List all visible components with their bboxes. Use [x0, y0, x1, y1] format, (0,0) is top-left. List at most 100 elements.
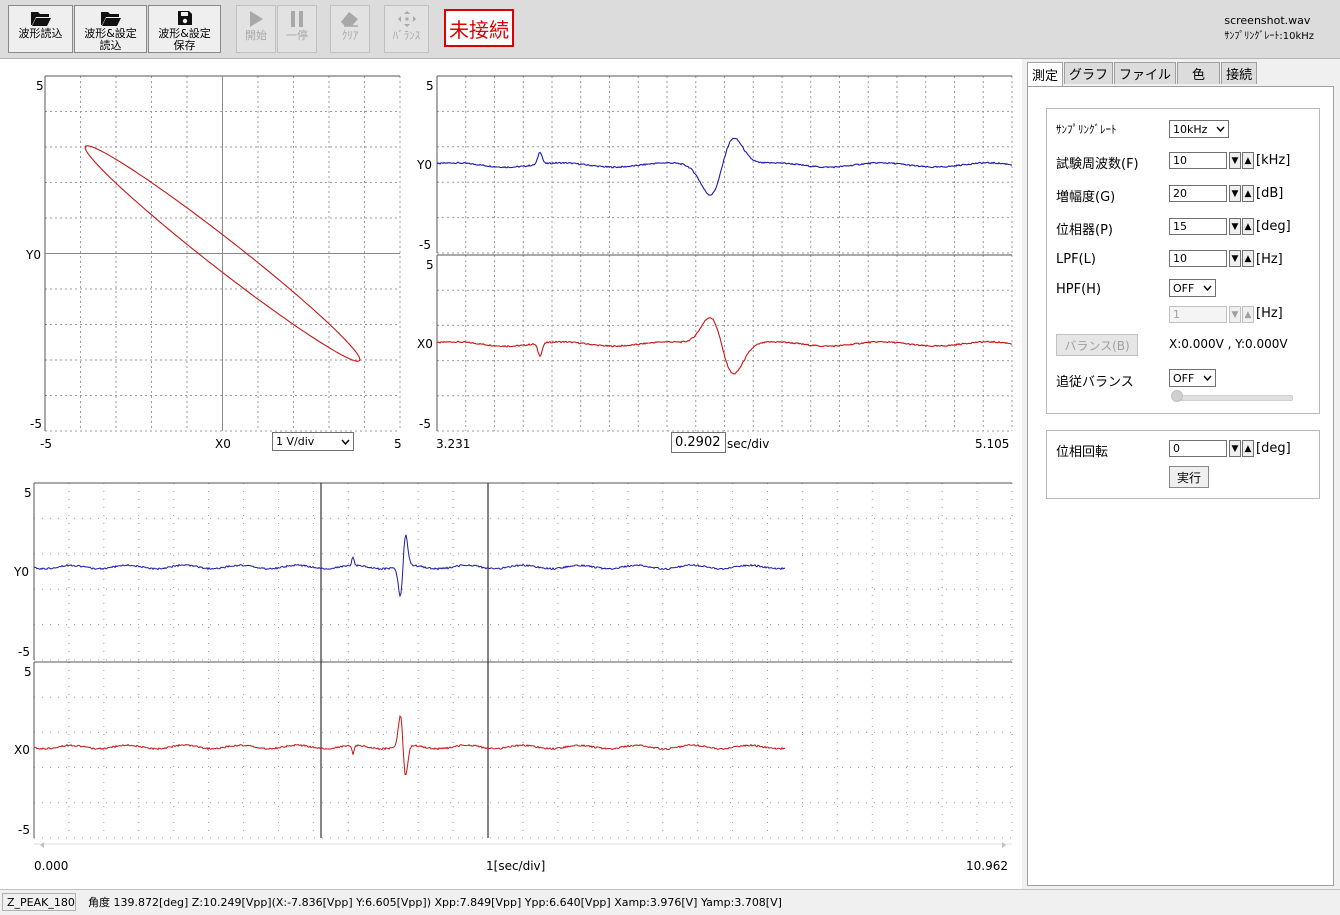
- hpf-unit: [Hz]: [1256, 306, 1283, 321]
- load-waveform-button[interactable]: 波形読込: [8, 5, 73, 53]
- time-div-value: 0.2902: [675, 435, 721, 450]
- test-frequency-label: 試験周波数(F): [1056, 157, 1139, 172]
- overview-x-trace: [33, 714, 786, 775]
- hpf-select[interactable]: OFF: [1169, 279, 1216, 297]
- balance-toolbar-label: ﾊﾞﾗﾝｽ: [392, 29, 421, 42]
- eraser-icon: [341, 12, 358, 27]
- rotation-up-button[interactable]: ▲: [1242, 440, 1254, 457]
- lpf-input[interactable]: 10: [1169, 250, 1227, 267]
- tracking-slider-thumb[interactable]: [1171, 390, 1183, 402]
- ov-t-end: 10.962: [966, 859, 1008, 873]
- folder-open-icon: [100, 12, 121, 26]
- gain-down-button[interactable]: ▼: [1229, 185, 1241, 202]
- play-icon: [250, 11, 263, 27]
- tab-body-measure: ｻﾝﾌﾟﾘﾝｸﾞﾚｰﾄ 10kHz 試験周波数(F) 10 ▼ ▲ [kHz] …: [1027, 86, 1334, 886]
- tab-measure[interactable]: 測定: [1027, 62, 1064, 86]
- pause-button[interactable]: 一停: [277, 5, 317, 53]
- xy-x-mid: X0: [215, 437, 231, 451]
- lpf-unit: [Hz]: [1256, 252, 1283, 267]
- settings-panel: 測定 グラフ ファイル 色 接続 ｻﾝﾌﾟﾘﾝｸﾞﾚｰﾄ 10kHz 試験周波数…: [1022, 59, 1340, 889]
- time-y-bottom: -5: [419, 238, 431, 252]
- lpf-down-button[interactable]: ▼: [1229, 250, 1241, 267]
- file-name: screenshot.wav: [1224, 14, 1311, 27]
- ov-x-bottom: -5: [18, 823, 30, 837]
- save-waveform-settings-label: 波形&設定 保存: [158, 27, 211, 52]
- balance-toolbar-button[interactable]: ﾊﾞﾗﾝｽ: [384, 5, 429, 53]
- lpf-label: LPF(L): [1056, 252, 1096, 267]
- freq-unit: [kHz]: [1256, 153, 1291, 168]
- phase-rotation-input[interactable]: 0: [1169, 440, 1227, 457]
- overview-y-trace: [33, 534, 786, 598]
- file-info: screenshot.wav ｻﾝﾌﾟﾘﾝｸﾞﾚｰﾄ:10kHz: [1224, 13, 1314, 45]
- plot-area: 5 Y0 -5 -5 X0 5 5 Y0 -5 5 X0 -5 3.231 5.…: [0, 59, 1022, 889]
- clear-label: ｸﾘｱ: [341, 29, 359, 42]
- time-x-top: 5: [426, 258, 434, 272]
- xy-y-top: 5: [36, 79, 44, 93]
- connection-status: 未接続: [444, 9, 514, 47]
- scroll-left-icon[interactable]: [40, 842, 44, 848]
- execute-button[interactable]: 実行: [1169, 466, 1209, 488]
- settings-tabs: 測定 グラフ ファイル 色 接続: [1027, 62, 1258, 86]
- time-y-label: Y0: [416, 158, 432, 172]
- toolbar: 波形読込 波形&設定 読込 波形&設定 保存 開始 一停 ｸﾘｱ ﾊﾞﾗﾝｽ 未…: [0, 0, 1340, 59]
- gain-up-button[interactable]: ▲: [1242, 185, 1254, 202]
- sampling-info: ｻﾝﾌﾟﾘﾝｸﾞﾚｰﾄ:10kHz: [1224, 31, 1314, 42]
- xy-x-left: -5: [40, 437, 52, 451]
- tracking-balance-select[interactable]: OFF: [1169, 369, 1216, 387]
- load-waveform-label: 波形読込: [18, 27, 63, 40]
- xy-scale-select[interactable]: 1 V/div: [272, 432, 354, 451]
- balance-button[interactable]: バランス(B): [1056, 334, 1138, 356]
- hpf-value: OFF: [1173, 281, 1195, 295]
- hpf-label: HPF(H): [1056, 282, 1102, 297]
- clear-button[interactable]: ｸﾘｱ: [330, 5, 370, 53]
- tab-graph[interactable]: グラフ: [1064, 62, 1114, 84]
- gain-unit: [dB]: [1256, 186, 1284, 201]
- chevron-down-icon: [1203, 375, 1212, 381]
- rotation-down-button[interactable]: ▼: [1229, 440, 1241, 457]
- load-waveform-settings-label: 波形&設定 読込: [84, 27, 137, 52]
- tab-connect[interactable]: 接続: [1221, 62, 1258, 84]
- time-x-label: X0: [417, 337, 433, 351]
- tab-file[interactable]: ファイル: [1114, 62, 1177, 84]
- phase-input[interactable]: 15: [1169, 218, 1227, 235]
- hpf-input[interactable]: 1: [1169, 306, 1227, 323]
- measurement-group: ｻﾝﾌﾟﾘﾝｸﾞﾚｰﾄ 10kHz 試験周波数(F) 10 ▼ ▲ [kHz] …: [1046, 108, 1320, 414]
- phase-down-button[interactable]: ▼: [1229, 218, 1241, 235]
- freq-up-button[interactable]: ▲: [1242, 152, 1254, 169]
- time-x-bottom: -5: [419, 417, 431, 431]
- ov-x-label: X0: [14, 743, 30, 757]
- ov-y-bottom: -5: [18, 645, 30, 659]
- scroll-right-icon[interactable]: [1002, 842, 1006, 848]
- ov-y-top: 5: [24, 486, 32, 500]
- floppy-disk-icon: [177, 11, 192, 25]
- start-button[interactable]: 開始: [236, 5, 276, 53]
- sampling-rate-value: 10kHz: [1173, 122, 1208, 136]
- folder-open-icon: [30, 12, 51, 26]
- load-waveform-settings-button[interactable]: 波形&設定 読込: [74, 5, 147, 53]
- balance-readout: X:0.000V , Y:0.000V: [1169, 337, 1288, 351]
- xy-y-bottom: -5: [30, 417, 42, 431]
- measurement-info: 角度 139.872[deg] Z:10.249[Vpp](X:-7.836[V…: [88, 896, 782, 909]
- xy-y-mid: Y0: [25, 248, 41, 262]
- save-waveform-settings-button[interactable]: 波形&設定 保存: [148, 5, 221, 53]
- phase-up-button[interactable]: ▲: [1242, 218, 1254, 235]
- tracking-balance-value: OFF: [1173, 371, 1195, 385]
- sampling-rate-label: ｻﾝﾌﾟﾘﾝｸﾞﾚｰﾄ: [1056, 123, 1117, 136]
- chevron-down-icon: [1216, 126, 1225, 132]
- gain-input[interactable]: 20: [1169, 185, 1227, 202]
- test-frequency-input[interactable]: 10: [1169, 152, 1227, 169]
- hpf-down-button[interactable]: ▼: [1229, 306, 1241, 323]
- tracking-balance-label: 追従バランス: [1056, 375, 1134, 390]
- lpf-up-button[interactable]: ▲: [1242, 250, 1254, 267]
- status-bar: Z_PEAK_180 角度 139.872[deg] Z:10.249[Vpp]…: [0, 889, 1340, 915]
- freq-down-button[interactable]: ▼: [1229, 152, 1241, 169]
- tracking-slider-track[interactable]: [1177, 395, 1293, 401]
- hpf-up-button[interactable]: ▲: [1242, 306, 1254, 323]
- sampling-rate-select[interactable]: 10kHz: [1169, 120, 1229, 138]
- tab-color[interactable]: 色: [1177, 62, 1221, 84]
- xy-x-right: 5: [394, 437, 402, 451]
- time-div-input[interactable]: 0.2902: [671, 432, 726, 453]
- ov-x-top: 5: [24, 665, 32, 679]
- time-div-unit: sec/div: [727, 437, 769, 451]
- time-y-top: 5: [426, 79, 434, 93]
